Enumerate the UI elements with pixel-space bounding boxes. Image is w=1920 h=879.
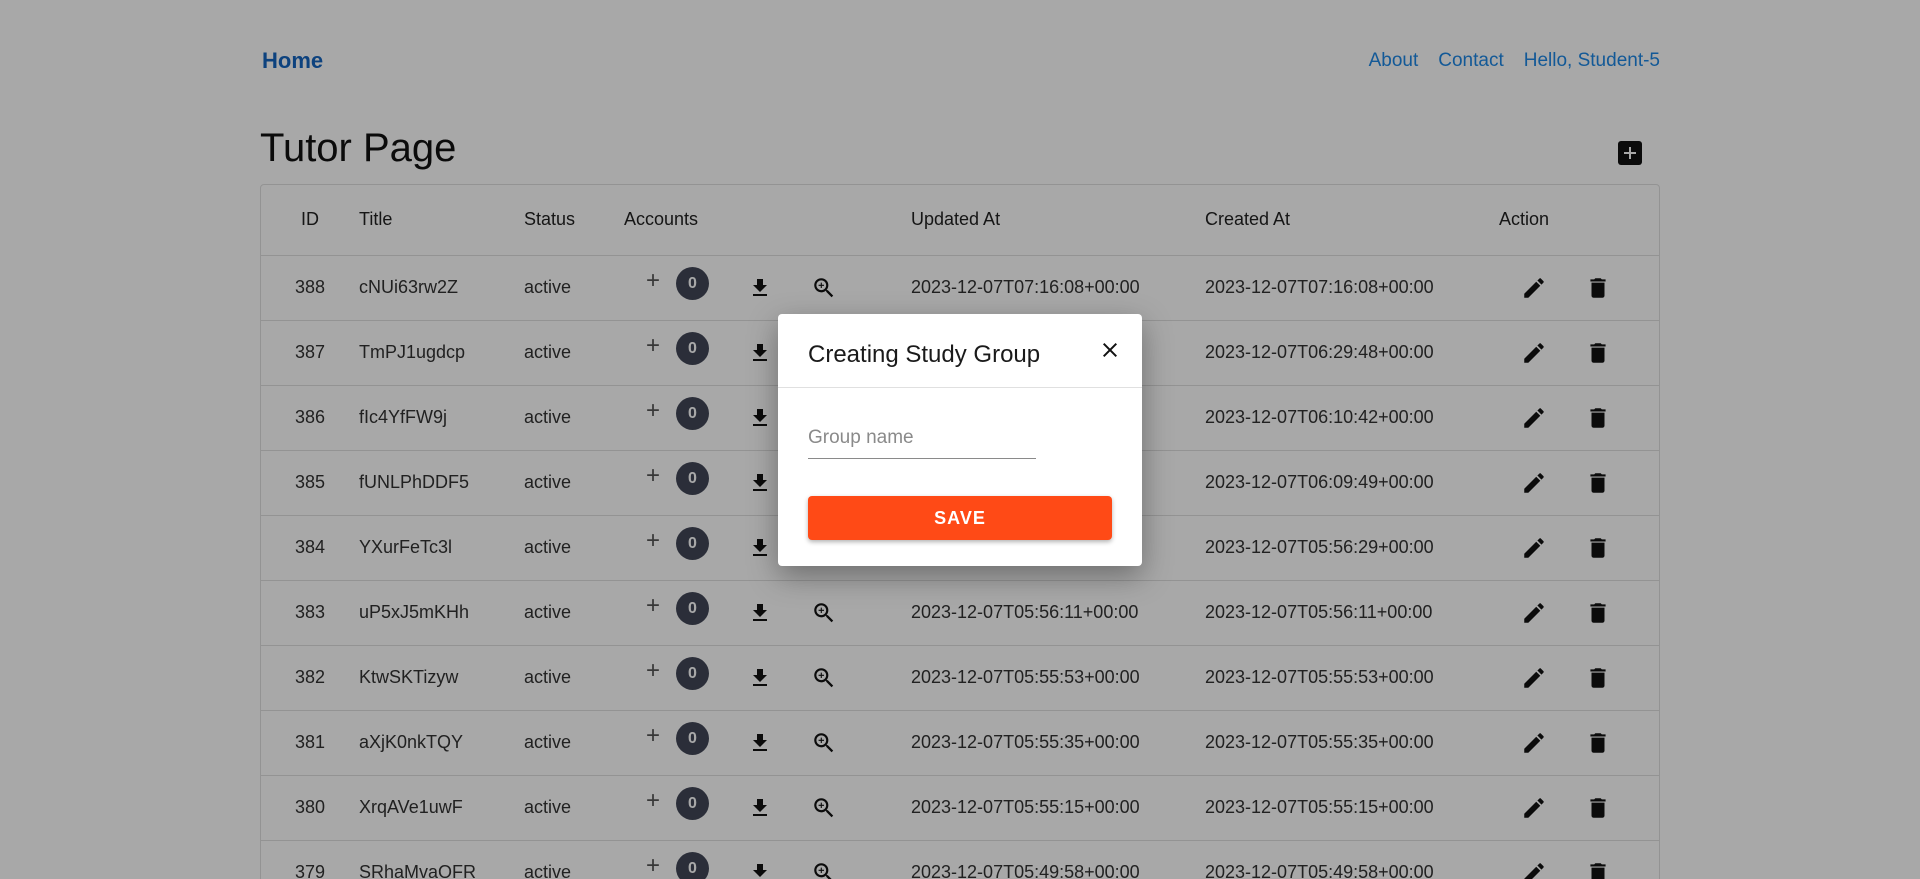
group-name-input[interactable]: [808, 417, 1036, 459]
modal-header: Creating Study Group: [778, 314, 1142, 388]
close-button[interactable]: [1098, 338, 1122, 362]
close-icon: [1103, 343, 1117, 357]
save-button[interactable]: SAVE: [808, 496, 1112, 540]
modal-title: Creating Study Group: [808, 341, 1041, 368]
create-group-modal: Creating Study Group SAVE: [778, 314, 1142, 566]
